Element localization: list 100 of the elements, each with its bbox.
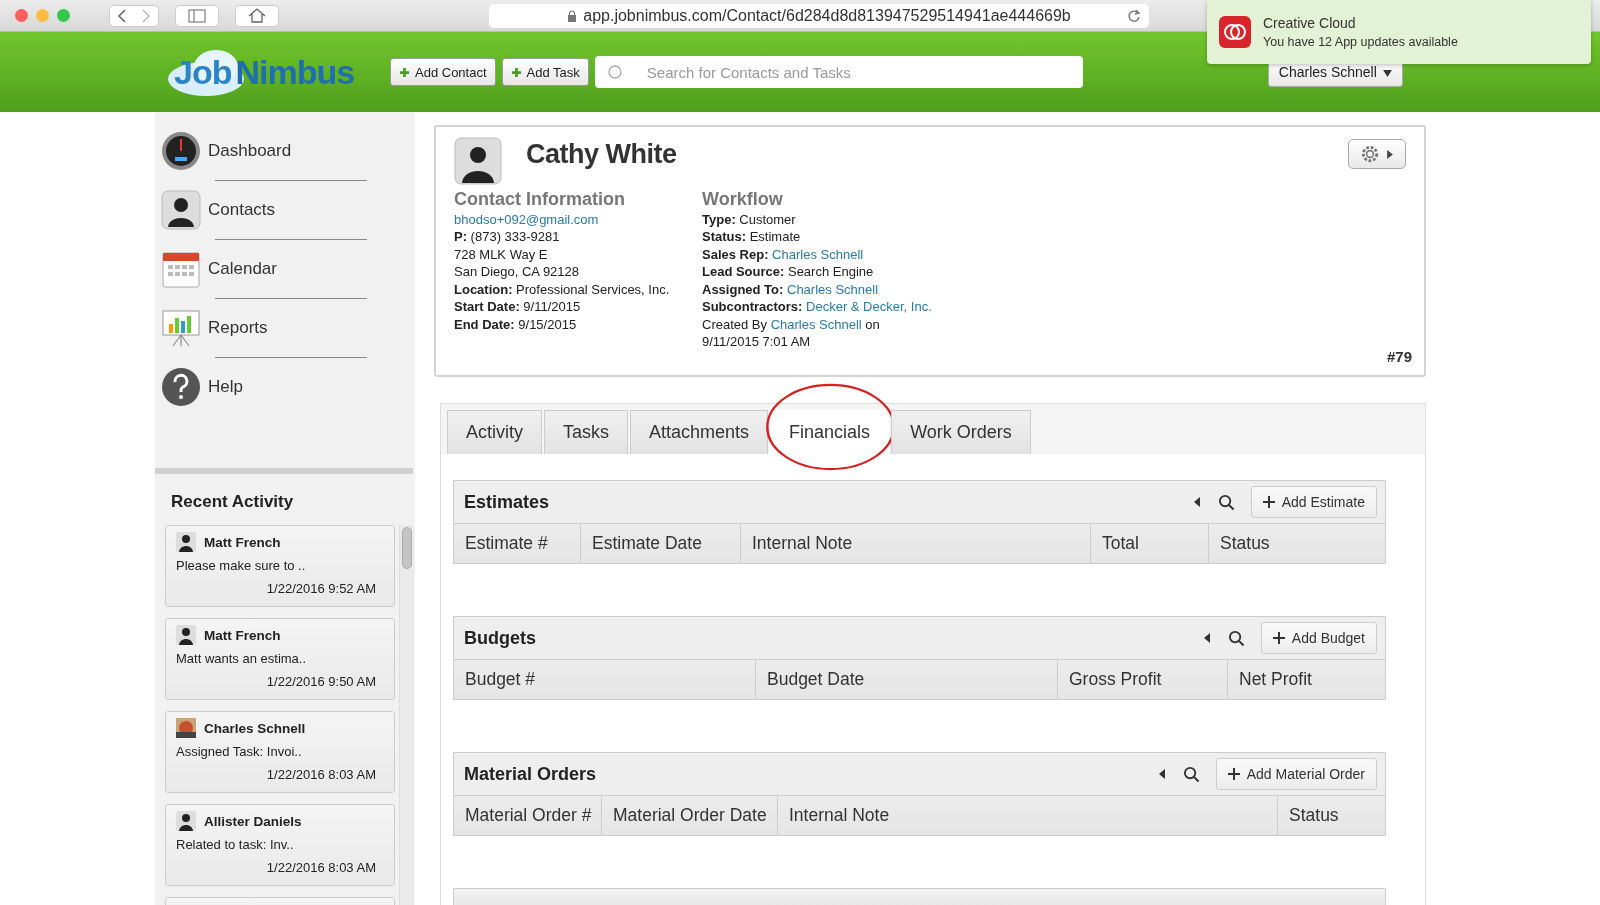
person-link[interactable]: Charles Schnell bbox=[787, 281, 879, 297]
section-heading: Contact Information bbox=[454, 191, 626, 209]
sidebar-item[interactable]: Reports bbox=[161, 307, 415, 349]
plus-icon bbox=[1272, 632, 1285, 644]
contact-name: Cathy White bbox=[526, 139, 677, 170]
collapse-icon[interactable] bbox=[1203, 633, 1210, 643]
home-icon[interactable] bbox=[235, 4, 279, 27]
scrollbar-thumb[interactable] bbox=[402, 527, 412, 569]
person-icon bbox=[176, 532, 196, 552]
info-line: Location: Professional Services, Inc. bbox=[454, 280, 671, 298]
column-header[interactable]: Status bbox=[1278, 796, 1384, 835]
column-header[interactable]: Total bbox=[1091, 524, 1209, 563]
person-link[interactable]: Charles Schnell bbox=[770, 316, 862, 332]
table-title: Budgets bbox=[464, 627, 536, 649]
plus-icon bbox=[1227, 768, 1240, 780]
tab[interactable]: Work Orders bbox=[891, 410, 1031, 454]
info-line: San Diego, CA 92128 bbox=[454, 263, 581, 281]
sidebar-item[interactable]: Contacts bbox=[161, 189, 415, 231]
plus-icon bbox=[399, 66, 410, 78]
person-icon bbox=[176, 625, 196, 645]
info-line: Lead Source: Search Engine bbox=[702, 263, 875, 281]
search-icon[interactable] bbox=[1227, 629, 1245, 647]
search-icon[interactable] bbox=[1217, 493, 1235, 511]
reload-icon[interactable] bbox=[1127, 8, 1141, 23]
calendar-icon bbox=[161, 249, 201, 289]
info-line: Start Date: 9/11/2015 bbox=[454, 298, 582, 316]
info-line: Assigned To: Charles Schnell bbox=[702, 280, 880, 298]
add-button[interactable]: Add Budget bbox=[1260, 622, 1377, 654]
activity-author: Matt French bbox=[204, 627, 281, 643]
add-button[interactable]: Add Estimate bbox=[1250, 486, 1377, 518]
sidebar-item[interactable]: Help bbox=[161, 366, 415, 408]
column-header[interactable]: Budget # bbox=[454, 660, 756, 699]
tab[interactable]: Activity bbox=[447, 410, 542, 454]
activity-time: 1/22/2016 9:50 AM bbox=[266, 674, 376, 689]
column-header[interactable]: Budget Date bbox=[756, 660, 1058, 699]
address-bar[interactable]: app.jobnimbus.com/Contact/6d284d8d813947529514941ae444669b bbox=[489, 3, 1149, 28]
help-icon bbox=[161, 367, 201, 407]
table-title: Estimates bbox=[464, 491, 550, 513]
notification-message: You have 12 App updates available bbox=[1263, 35, 1458, 49]
person-link[interactable]: Charles Schnell bbox=[772, 246, 864, 262]
info-line: P: (873) 333-9281 bbox=[454, 228, 561, 246]
activity-author: Charles Schnell bbox=[204, 720, 306, 736]
column-header[interactable]: Gross Profit bbox=[1058, 660, 1228, 699]
back-icon[interactable] bbox=[109, 4, 159, 27]
collapse-icon[interactable] bbox=[1158, 769, 1165, 779]
activity-text: Matt wants an estima.. bbox=[176, 651, 308, 666]
collapse-icon[interactable] bbox=[1193, 497, 1200, 507]
activity-time: 1/22/2016 8:03 AM bbox=[266, 860, 376, 875]
email-link[interactable]: bhodso+092@gmail.com bbox=[454, 210, 682, 228]
info-line: Created By Charles Schnell on bbox=[702, 315, 881, 333]
tab[interactable]: Attachments bbox=[630, 410, 769, 454]
activity-card[interactable]: Charles Schnell Assigned Task: Invoi.. 1/22/2016 8:03 AM bbox=[165, 711, 395, 793]
info-line: 9/11/2015 7:01 AM bbox=[702, 333, 812, 351]
column-header[interactable]: Status bbox=[1209, 524, 1385, 563]
activity-text: Assigned Task: Invoi.. bbox=[176, 744, 303, 759]
plus-icon bbox=[510, 66, 522, 78]
info-line: Type: Customer bbox=[702, 210, 797, 228]
activity-time: 1/22/2016 8:03 AM bbox=[266, 767, 376, 782]
settings-button[interactable] bbox=[1348, 139, 1406, 169]
info-line: Subcontractors: Decker & Decker, Inc. bbox=[702, 298, 933, 316]
sidebar-item[interactable]: Dashboard bbox=[161, 130, 415, 172]
tab[interactable]: Financials bbox=[770, 410, 890, 454]
search-icon[interactable] bbox=[1182, 765, 1200, 783]
add-button[interactable]: Add Contact bbox=[390, 58, 496, 86]
close-window-icon[interactable] bbox=[15, 9, 28, 22]
column-header[interactable]: Internal Note bbox=[778, 796, 1278, 835]
activity-card[interactable]: Allister Daniels Related to task: Inv.. 1/22/2016 8:03 AM bbox=[165, 804, 395, 886]
info-line: 728 MLK Way E bbox=[454, 245, 549, 263]
column-header[interactable]: Estimate Date bbox=[581, 524, 741, 563]
column-header[interactable]: Net Profit bbox=[1228, 660, 1385, 699]
activity-card[interactable]: Matt French Please make sure to .. 1/22/2016 9:52 AM bbox=[165, 525, 395, 607]
app-icon bbox=[1219, 16, 1251, 48]
column-header[interactable]: Material Order # bbox=[454, 796, 602, 835]
activity-card[interactable]: Matt French Matt wants an estima.. 1/22/2016 9:50 AM bbox=[165, 618, 395, 700]
column-header[interactable]: Material Order Date bbox=[602, 796, 778, 835]
bar-chart-icon bbox=[161, 308, 201, 348]
add-button[interactable]: Add Task bbox=[501, 58, 589, 86]
caret-icon bbox=[1387, 149, 1393, 159]
info-line: Sales Rep: Charles Schnell bbox=[702, 245, 865, 263]
activity-text: Related to task: Inv.. bbox=[176, 837, 295, 852]
add-button[interactable]: Add Material Order bbox=[1215, 758, 1377, 790]
settings-icon bbox=[1361, 145, 1379, 163]
search-icon bbox=[606, 64, 623, 80]
column-header[interactable]: Estimate # bbox=[454, 524, 581, 563]
activity-author: Matt French bbox=[204, 534, 281, 550]
column-header[interactable]: Internal Note bbox=[741, 524, 1091, 563]
tab[interactable]: Tasks bbox=[544, 410, 629, 454]
caret-icon bbox=[1382, 70, 1392, 77]
activity-author: Allister Daniels bbox=[204, 813, 302, 829]
contact-number: #79 bbox=[1386, 348, 1412, 365]
person-icon bbox=[454, 137, 502, 185]
person-icon bbox=[161, 190, 201, 230]
person-link[interactable]: Decker & Decker, Inc. bbox=[806, 299, 932, 314]
section-heading: Recent Activity bbox=[171, 492, 295, 512]
search-field[interactable]: Search for Contacts and Tasks bbox=[594, 56, 1083, 88]
activity-time: 1/22/2016 9:52 AM bbox=[266, 581, 376, 596]
sidebar-item[interactable]: Calendar bbox=[161, 248, 415, 290]
section-heading: Workflow bbox=[702, 191, 784, 209]
info-line: End Date: 9/15/2015 bbox=[454, 315, 578, 333]
notification-title: Creative Cloud bbox=[1263, 15, 1357, 31]
